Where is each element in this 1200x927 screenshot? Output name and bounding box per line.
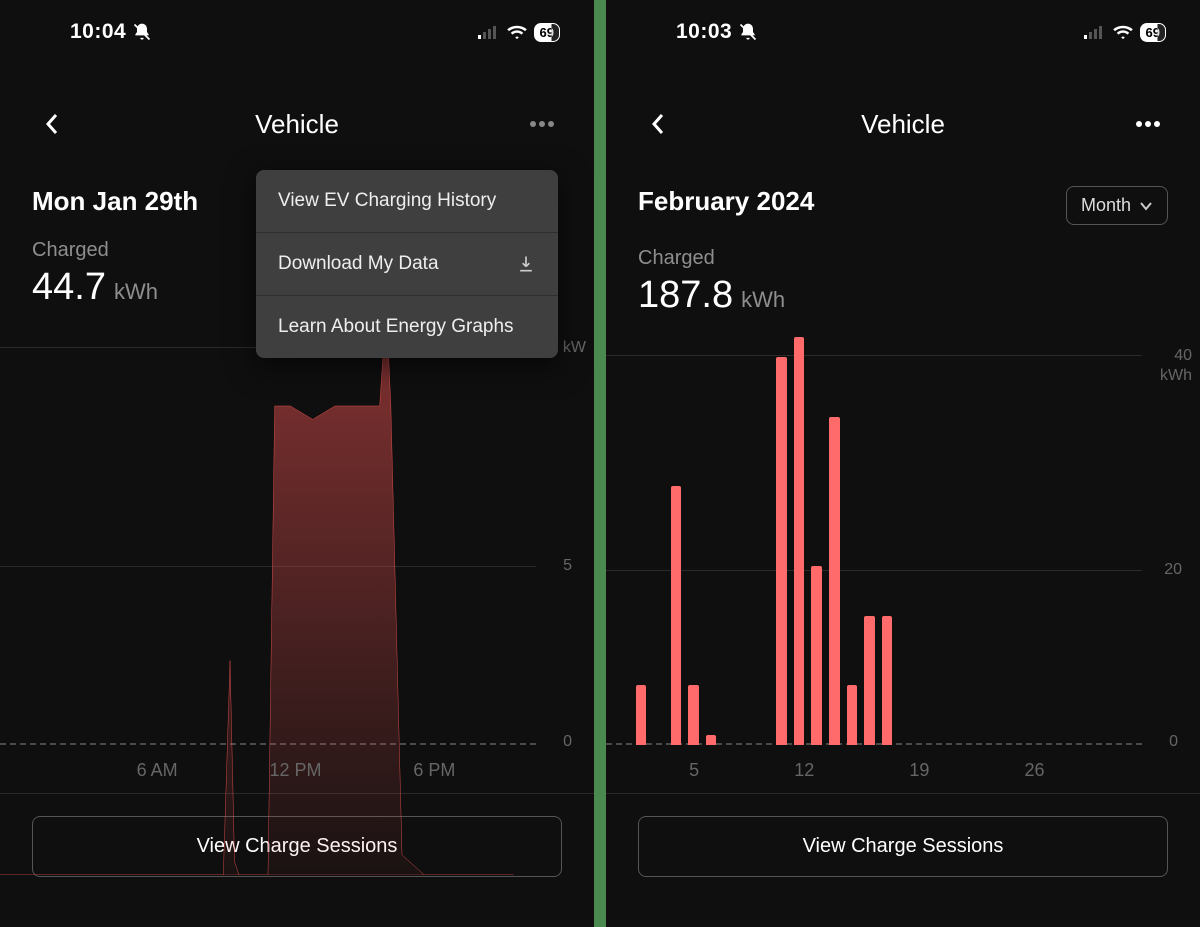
x-tick: 12: [794, 760, 814, 781]
bar-chart-bars: [632, 347, 1142, 745]
bar: [776, 357, 787, 745]
download-icon: [516, 254, 536, 274]
bar: [706, 735, 717, 745]
wifi-icon: [1112, 24, 1134, 40]
screenshot-right-monthly-view: 10:03 69 Vehicle: [606, 0, 1200, 927]
page-title: Vehicle: [255, 109, 339, 140]
bar: [636, 685, 647, 745]
menu-item-history[interactable]: View EV Charging History: [256, 170, 558, 233]
x-axis-labels: 5 12 19 26: [606, 760, 1142, 781]
bar-slot: [949, 347, 967, 745]
bar-slot: [667, 347, 685, 745]
bar-slot: [966, 347, 984, 745]
bar-slot: [1001, 347, 1019, 745]
bar-slot: [1054, 347, 1072, 745]
context-menu: View EV Charging History Download My Dat…: [256, 170, 558, 358]
y-tick: 0: [1169, 733, 1178, 751]
do-not-disturb-icon: [132, 22, 152, 42]
bar: [829, 417, 840, 745]
bar-slot: [685, 347, 703, 745]
menu-item-learn[interactable]: Learn About Energy Graphs: [256, 296, 558, 358]
bar-slot: [843, 347, 861, 745]
date-heading: February 2024: [638, 186, 814, 217]
charged-metric: Charged 187.8 kWh: [606, 225, 1200, 317]
wifi-icon: [506, 24, 528, 40]
do-not-disturb-icon: [738, 22, 758, 42]
bar-slot: [1072, 347, 1090, 745]
chevron-down-icon: [1139, 201, 1153, 211]
view-charge-sessions-button[interactable]: View Charge Sessions: [638, 816, 1168, 877]
x-tick: 6 AM: [137, 760, 178, 781]
bar-slot: [790, 347, 808, 745]
page-title: Vehicle: [861, 109, 945, 140]
status-bar: 10:03 69: [606, 0, 1200, 56]
status-time: 10:03: [676, 20, 732, 44]
bar-slot: [1125, 347, 1143, 745]
y-tick: 20: [1164, 561, 1182, 579]
bar: [688, 685, 699, 745]
nav-header: Vehicle: [0, 56, 594, 150]
bar: [847, 685, 858, 745]
x-tick: 6 PM: [413, 760, 455, 781]
bar-slot: [878, 347, 896, 745]
y-tick: 0: [563, 733, 572, 751]
screenshot-left-daily-view: 10:04 69 Vehicle: [0, 0, 594, 927]
bar-slot: [1107, 347, 1125, 745]
date-heading: Mon Jan 29th: [32, 186, 198, 217]
x-axis-labels: 6 AM 12 PM 6 PM: [0, 760, 536, 781]
bar: [671, 486, 682, 745]
bar-slot: [808, 347, 826, 745]
area-chart-svg: [0, 339, 536, 875]
bar-slot: [896, 347, 914, 745]
daily-power-chart[interactable]: kW 5 0 6 AM 12 PM 6 PM: [0, 339, 594, 793]
bar-slot: [773, 347, 791, 745]
y-axis-unit: kW: [563, 339, 586, 357]
screenshot-divider: [594, 0, 606, 927]
bar-slot: [914, 347, 932, 745]
menu-item-download[interactable]: Download My Data: [256, 233, 558, 296]
bar-slot: [1019, 347, 1037, 745]
more-menu-button[interactable]: [1128, 104, 1168, 144]
bar-slot: [720, 347, 738, 745]
bar: [882, 616, 893, 745]
more-menu-button[interactable]: [522, 104, 562, 144]
bar-slot: [984, 347, 1002, 745]
back-button[interactable]: [638, 104, 678, 144]
bar: [864, 616, 875, 745]
x-tick: 19: [909, 760, 929, 781]
bar-slot: [632, 347, 650, 745]
bar-slot: [861, 347, 879, 745]
metric-unit: kWh: [114, 279, 158, 305]
y-tick: 5: [563, 557, 572, 575]
bar: [794, 337, 805, 745]
cellular-signal-icon: [1084, 25, 1106, 39]
bar-slot: [1037, 347, 1055, 745]
battery-icon: 69: [1140, 23, 1166, 42]
bar-slot: [702, 347, 720, 745]
bar-slot: [826, 347, 844, 745]
x-tick: 26: [1025, 760, 1045, 781]
x-tick: 12 PM: [270, 760, 322, 781]
metric-label: Charged: [638, 247, 1168, 270]
bar-slot: [650, 347, 668, 745]
y-tick: 40: [1174, 347, 1192, 365]
monthly-bar-chart[interactable]: 40 kWh 20 0 5 12 19 26: [606, 347, 1200, 793]
metric-value: 44.7: [32, 266, 106, 309]
battery-icon: 69: [534, 23, 560, 42]
bar-slot: [1089, 347, 1107, 745]
metric-value: 187.8: [638, 274, 733, 317]
bar-slot: [931, 347, 949, 745]
bar-slot: [738, 347, 756, 745]
range-selector[interactable]: Month: [1066, 186, 1168, 225]
status-time: 10:04: [70, 20, 126, 44]
back-button[interactable]: [32, 104, 72, 144]
status-bar: 10:04 69: [0, 0, 594, 56]
cellular-signal-icon: [478, 25, 500, 39]
y-axis-unit: kWh: [1160, 367, 1192, 385]
bar-slot: [755, 347, 773, 745]
bar: [811, 566, 822, 745]
metric-unit: kWh: [741, 287, 785, 313]
x-tick: 5: [689, 760, 699, 781]
nav-header: Vehicle: [606, 56, 1200, 150]
